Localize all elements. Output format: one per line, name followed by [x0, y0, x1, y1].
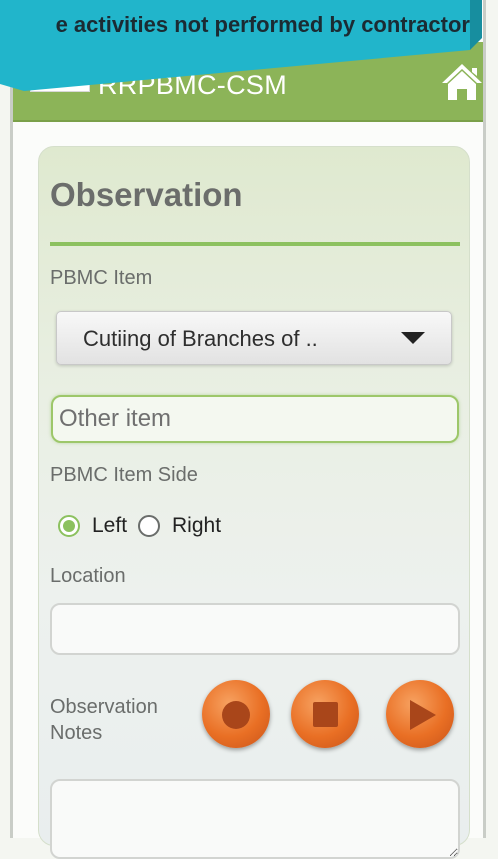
dropdown-caret-icon	[401, 332, 425, 344]
pbmc-item-selected-value: Cutiing of Branches of ..	[83, 326, 318, 351]
toast-message: e activities not performed by contractor	[55, 12, 470, 37]
side-right-label[interactable]: Right	[172, 514, 221, 538]
play-icon	[410, 700, 436, 730]
side-left-label[interactable]: Left	[92, 514, 127, 538]
other-item-input[interactable]	[51, 395, 459, 443]
record-icon	[222, 701, 250, 729]
record-button[interactable]	[202, 680, 270, 748]
pbmc-item-label: PBMC Item	[50, 267, 153, 289]
observation-notes-label: Observation Notes	[50, 694, 158, 746]
observation-notes-label-line1: Observation	[50, 696, 158, 718]
side-left-radio[interactable]	[58, 515, 80, 537]
side-right-radio[interactable]	[138, 515, 160, 537]
toast-notification: e activities not performed by contractor	[0, 0, 482, 92]
page-title: Observation	[50, 176, 243, 213]
observation-notes-input[interactable]	[50, 779, 460, 859]
pbmc-item-select[interactable]: Cutiing of Branches of ..	[56, 311, 452, 365]
stop-button[interactable]	[291, 680, 359, 748]
location-input[interactable]	[50, 603, 460, 655]
location-label: Location	[50, 565, 126, 587]
play-button[interactable]	[386, 680, 454, 748]
observation-notes-label-line2: Notes	[50, 722, 103, 744]
pbmc-item-side-label: PBMC Item Side	[50, 464, 198, 486]
heading-divider	[50, 242, 460, 246]
stop-icon	[313, 702, 338, 727]
